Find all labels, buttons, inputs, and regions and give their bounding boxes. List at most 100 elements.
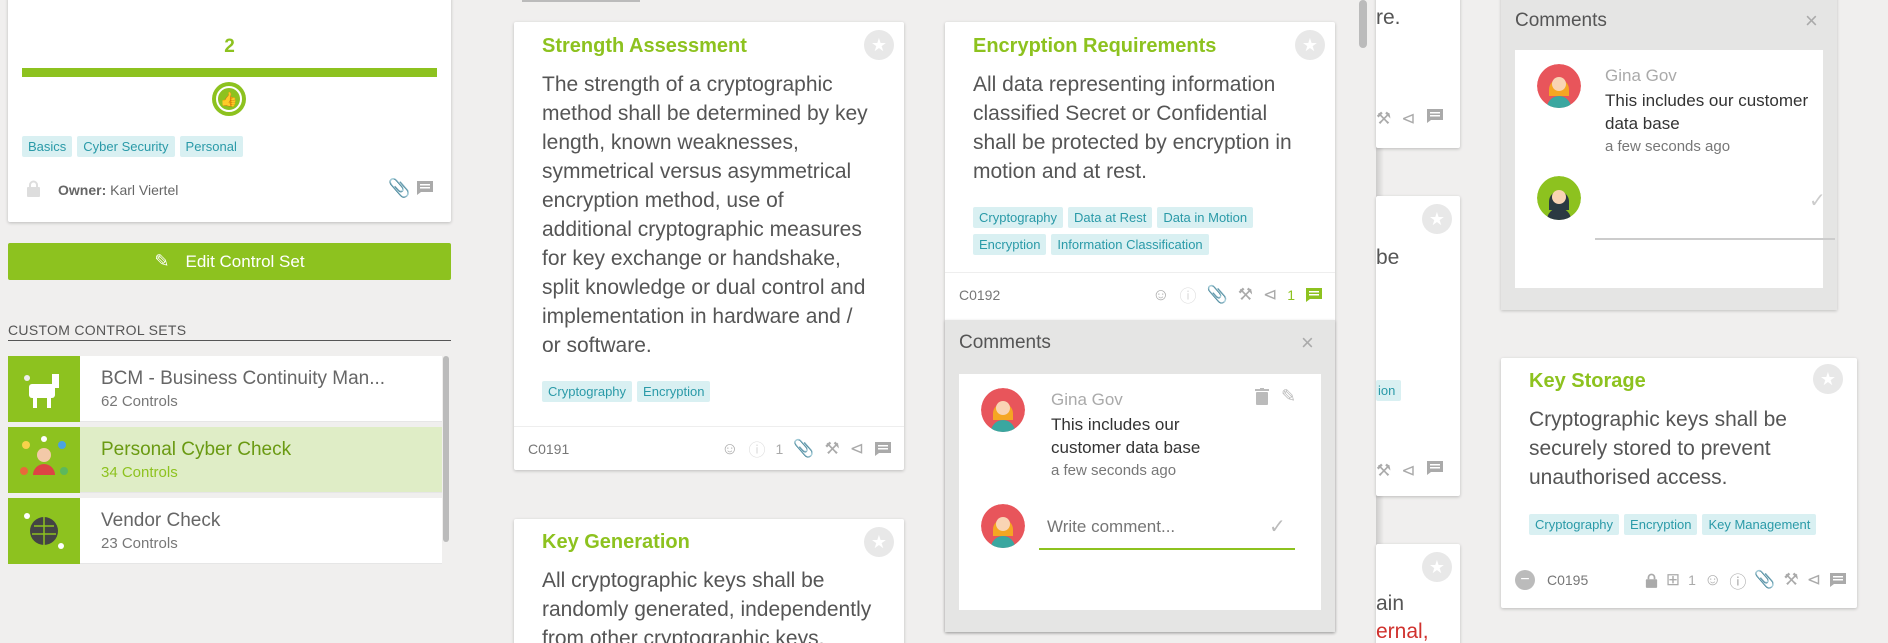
trash-icon[interactable] <box>1255 388 1269 410</box>
star-icon[interactable]: ★ <box>864 527 894 557</box>
info-icon[interactable]: ⓘ <box>1729 568 1746 593</box>
add-box-icon[interactable]: ⊞ <box>1666 570 1680 590</box>
tag[interactable]: Key Management <box>1702 514 1817 535</box>
tag[interactable]: Personal <box>179 136 243 157</box>
owner-label: Owner: <box>58 182 107 198</box>
share-icon[interactable]: ⊲ <box>850 439 864 459</box>
card-title[interactable]: Encryption Requirements <box>973 35 1216 58</box>
set-count: 23 Controls <box>101 535 178 552</box>
lock-icon[interactable] <box>1645 573 1658 588</box>
card-description: Cryptographic keys shall be securely stor… <box>1529 408 1787 489</box>
edit-icon[interactable]: ✎ <box>1281 386 1296 407</box>
minus-circle-icon[interactable]: − <box>1515 570 1535 590</box>
star-icon[interactable]: ★ <box>1813 364 1843 394</box>
tag[interactable]: Encryption <box>973 234 1047 255</box>
tag[interactable]: Cyber Security <box>77 136 175 157</box>
comment-icon[interactable] <box>1426 460 1444 481</box>
comments-body: Gina Gov ✎ This includes our customer dat… <box>959 374 1321 610</box>
share-icon[interactable]: ⊲ <box>1401 109 1415 129</box>
comment-icon[interactable] <box>1426 108 1444 129</box>
sidebar-scrollbar[interactable] <box>443 356 449 542</box>
tag[interactable]: Information Classification <box>1051 234 1209 255</box>
card-title[interactable]: Key Storage <box>1529 370 1646 393</box>
card-actions: ☺ ⓘ 1 📎 ⚒ ⊲ <box>721 436 892 461</box>
share-icon[interactable]: ⊲ <box>1401 461 1415 481</box>
control-id: C0192 <box>959 286 1001 303</box>
thumbs-up-icon[interactable]: 👍 <box>212 82 246 116</box>
tag[interactable]: Cryptography <box>973 207 1064 228</box>
paperclip-icon[interactable]: 📎 <box>793 439 814 459</box>
main-scrollbar[interactable] <box>1359 0 1367 48</box>
paperclip-icon[interactable]: 📎 <box>388 178 410 199</box>
owner-name: Karl Viertel <box>110 182 179 198</box>
close-icon[interactable]: × <box>1805 8 1818 34</box>
star-icon[interactable]: ★ <box>1422 204 1452 234</box>
tag[interactable]: Cryptography <box>1529 514 1620 535</box>
comment-icon[interactable] <box>416 180 434 201</box>
comments-header: Comments <box>959 332 1051 353</box>
comment-icon[interactable] <box>1829 572 1847 588</box>
gavel-icon[interactable]: ⚒ <box>825 439 840 459</box>
star-icon[interactable]: ★ <box>1295 30 1325 60</box>
control-set-item[interactable]: Personal Cyber Check 34 Controls <box>8 427 442 493</box>
avatar <box>1537 176 1581 220</box>
card-title[interactable]: Key Generation <box>542 531 690 554</box>
submit-check-icon[interactable]: ✓ <box>1809 188 1826 213</box>
star-icon[interactable]: ★ <box>864 30 894 60</box>
personal-cyber-thumbnail <box>8 427 80 493</box>
pencil-icon: ✎ <box>154 251 170 271</box>
info-icon[interactable]: ⓘ <box>1180 282 1197 307</box>
edit-control-set-button[interactable]: ✎ Edit Control Set <box>8 243 451 280</box>
tag-list: Cryptography Data at Rest Data in Motion En… <box>973 207 1323 261</box>
share-icon[interactable]: ⊲ <box>1263 285 1277 305</box>
control-set-card: 2 👍 Basics Cyber Security Personal Owner: … <box>8 0 451 222</box>
control-set-item[interactable]: Vendor Check 23 Controls <box>8 498 442 564</box>
control-card-strength[interactable]: Strength Assessment ★ The strength of a … <box>514 22 904 470</box>
gavel-icon[interactable]: ⚒ <box>1238 285 1253 305</box>
smiley-icon[interactable]: ☺ <box>721 439 738 459</box>
share-icon[interactable]: ⊲ <box>1807 570 1821 590</box>
comment-input[interactable] <box>1039 506 1295 550</box>
comment-input-line[interactable] <box>1595 238 1835 240</box>
attachment-count: 1 <box>775 440 784 457</box>
card-title[interactable]: Strength Assessment <box>542 35 747 58</box>
control-set-item[interactable]: BCM - Business Continuity Man... 62 Cont… <box>8 356 442 422</box>
progress-bar <box>22 68 437 77</box>
tag[interactable]: Basics <box>22 136 73 157</box>
tag-list: Cryptography Encryption <box>542 381 715 408</box>
submit-check-icon[interactable]: ✓ <box>1269 514 1286 539</box>
tag[interactable]: Encryption <box>1624 514 1698 535</box>
comment-time: a few seconds ago <box>1051 462 1177 479</box>
avatar <box>981 504 1025 548</box>
tag[interactable]: Data in Motion <box>1157 207 1254 228</box>
tag[interactable]: Encryption <box>637 381 711 402</box>
section-divider <box>8 340 451 341</box>
tag[interactable]: Cryptography <box>542 381 633 402</box>
control-card-keystorage[interactable]: Key Storage ★ Cryptographic keys shall b… <box>1501 358 1857 608</box>
info-icon[interactable]: ⓘ <box>749 436 766 461</box>
gavel-icon[interactable]: ⚒ <box>1376 461 1391 481</box>
gavel-icon[interactable]: ⚒ <box>1376 109 1391 129</box>
comment-text: This includes our customer data base <box>1605 91 1809 133</box>
comment-time: a few seconds ago <box>1605 138 1731 155</box>
section-title: CUSTOM CONTROL SETS <box>8 322 187 338</box>
avatar <box>1537 64 1581 108</box>
top-divider <box>522 0 640 2</box>
star-icon[interactable]: ★ <box>1422 552 1452 582</box>
comment-icon[interactable] <box>874 441 892 457</box>
comment-text: This includes our customer data base <box>1051 415 1201 457</box>
set-count: 34 Controls <box>101 464 178 481</box>
tag[interactable]: Data at Rest <box>1068 207 1153 228</box>
tag[interactable]: ion <box>1376 380 1402 401</box>
smiley-icon[interactable]: ☺ <box>1152 285 1169 305</box>
close-icon[interactable]: × <box>1301 330 1314 356</box>
comment-count: 1 <box>1287 286 1295 303</box>
paperclip-icon[interactable]: 📎 <box>1754 570 1775 590</box>
partial-text: ain <box>1376 592 1405 615</box>
control-card-keygen[interactable]: Key Generation ★ All cryptographic keys … <box>514 519 904 643</box>
comment-icon[interactable] <box>1305 287 1323 303</box>
smiley-icon[interactable]: ☺ <box>1704 570 1721 590</box>
gavel-icon[interactable]: ⚒ <box>1784 570 1799 590</box>
partial-card: re. ⚒ ⊲ <box>1376 0 1460 148</box>
paperclip-icon[interactable]: 📎 <box>1207 285 1228 305</box>
